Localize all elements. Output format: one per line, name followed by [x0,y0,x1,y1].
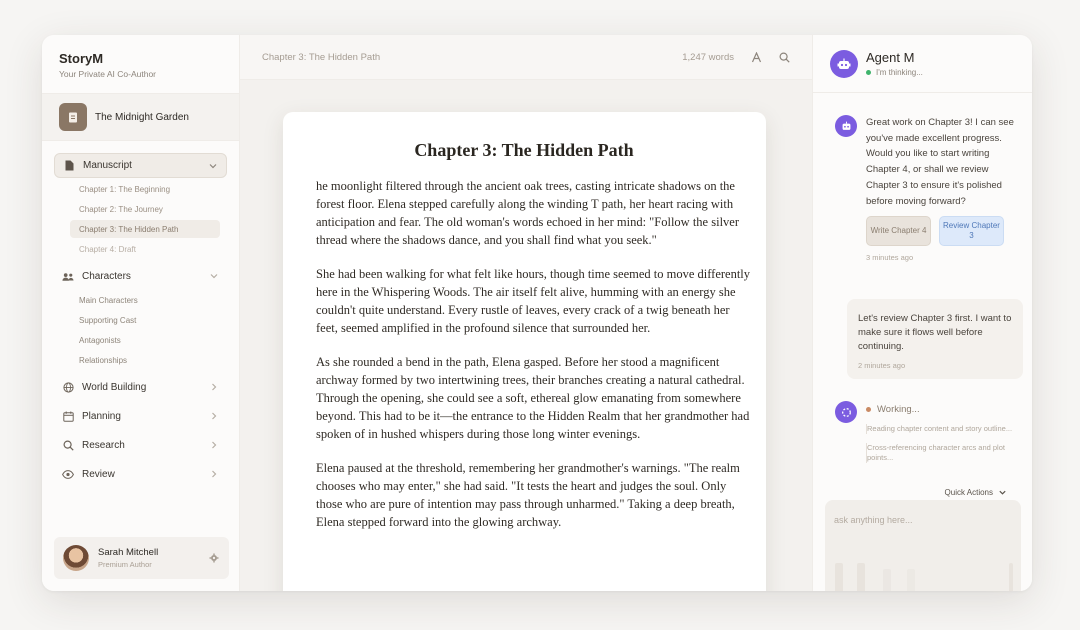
editor-toolbar: Chapter 3: The Hidden Path 1,247 words [240,35,812,80]
agent-chat-panel: Agent M I'm thinking... Great work on Ch… [812,35,1032,591]
sidebar-item-label: Research [82,440,125,451]
chat-input[interactable] [834,515,1012,525]
chevron-right-icon [212,441,217,449]
agent-message-text: Great work on Chapter 3! I can see you'v… [866,117,1014,207]
robot-icon [830,49,858,78]
chevron-down-icon [210,274,218,279]
user-name: Sarah Mitchell [98,547,159,558]
agent-message: Great work on Chapter 3! I can see you'v… [835,115,1015,262]
project-name: The Midnight Garden [95,111,189,123]
eye-icon [62,469,74,481]
sidebar-item-label: Planning [82,411,121,422]
sidebar-item-label: World Building [82,382,147,393]
app-window: StoryM Your Private AI Co-Author The Mid… [42,35,1032,591]
chevron-right-icon [212,383,217,391]
agent-name: Agent M [866,50,915,65]
globe-icon [62,382,74,394]
chapter-title: Chapter 3: The Hidden Path [414,140,634,160]
sidebar-nav: Manuscript Chapter 1: The Beginning Chap… [42,141,239,487]
chapter-item[interactable]: Chapter 4: Draft [70,240,227,258]
breadcrumb: Chapter 3: The Hidden Path [262,51,381,63]
brand: StoryM Your Private AI Co-Author [42,35,239,93]
chat-input-container [825,500,1021,591]
document-paragraph[interactable]: As she rounded a bend in the path, Elena… [316,353,752,443]
project-selector[interactable]: The Midnight Garden [42,93,239,141]
message-timestamp: 2 minutes ago [858,361,906,370]
working-dot-icon [866,407,871,412]
agent-status-text: I'm thinking... [876,68,923,77]
working-label: Working... [877,404,920,415]
working-step: Cross-referencing character arcs and plo… [866,443,1015,463]
user-message: Let's review Chapter 3 first. I want to … [847,299,1023,379]
user-role: Premium Author [98,560,152,569]
message-timestamp: 3 minutes ago [866,253,914,263]
word-count: 1,247 words [682,51,734,63]
chapter-item[interactable]: Chapter 1: The Beginning [70,180,227,198]
sidebar-item-characters[interactable]: Characters [54,264,227,289]
character-group-item[interactable]: Main Characters [70,291,227,309]
avatar [63,545,89,571]
sidebar-item-review[interactable]: Review [54,462,227,487]
sidebar-item-planning[interactable]: Planning [54,404,227,429]
working-step: Reading chapter content and story outlin… [866,424,1015,434]
document-icon [59,103,87,131]
chevron-down-icon [209,164,217,169]
editor-area: Chapter 3: The Hidden Path 1,247 words C… [240,35,812,591]
sidebar-item-label: Characters [82,271,131,282]
document-paragraph[interactable]: Elena paused at the threshold, rememberi… [316,459,752,531]
chapter-item-active[interactable]: Chapter 3: The Hidden Path [70,220,220,238]
sidebar-item-label: Review [82,469,115,480]
input-decoration [835,553,1013,591]
gear-icon[interactable] [209,553,219,563]
write-chapter-4-button[interactable]: Write Chapter 4 [866,216,931,247]
agent-working-status: Working... Reading chapter content and s… [835,401,1015,463]
user-profile-card[interactable]: Sarah Mitchell Premium Author [54,537,229,579]
font-icon[interactable] [750,51,762,63]
manuscript-icon [63,160,75,172]
search-icon [62,440,74,452]
online-dot-icon [866,70,871,75]
document-paragraph[interactable]: he moonlight filtered through the ancien… [316,177,752,249]
chevron-down-icon [999,490,1006,495]
character-group-item[interactable]: Supporting Cast [70,311,227,329]
quick-actions-button[interactable]: Quick Actions [939,484,1012,500]
document-paragraph[interactable]: She had been walking for what felt like … [316,265,752,337]
spinner-icon [835,401,857,423]
user-message-text: Let's review Chapter 3 first. I want to … [858,313,1012,352]
chat-header: Agent M I'm thinking... [813,35,1032,93]
chevron-right-icon [212,470,217,478]
brand-subtitle: Your Private AI Co-Author [59,69,157,79]
sidebar-item-manuscript[interactable]: Manuscript [54,153,227,178]
document-page[interactable]: Chapter 3: The Hidden Path he moonlight … [283,112,766,591]
search-icon[interactable] [778,51,790,63]
chapter-item[interactable]: Chapter 2: The Journey [70,200,227,218]
character-group-item[interactable]: Relationships [70,351,227,369]
character-group-item[interactable]: Antagonists [70,331,227,349]
calendar-icon [62,411,74,423]
agent-status: I'm thinking... [866,68,923,77]
robot-icon [835,115,857,137]
brand-title: StoryM [59,51,104,66]
sidebar-item-label: Manuscript [83,160,132,171]
chevron-right-icon [212,412,217,420]
sidebar-item-research[interactable]: Research [54,433,227,458]
sidebar: StoryM Your Private AI Co-Author The Mid… [42,35,240,591]
quick-actions-label: Quick Actions [944,487,993,497]
users-icon [62,271,74,283]
sidebar-item-world-building[interactable]: World Building [54,375,227,400]
review-chapter-3-button[interactable]: Review Chapter 3 [939,216,1004,247]
